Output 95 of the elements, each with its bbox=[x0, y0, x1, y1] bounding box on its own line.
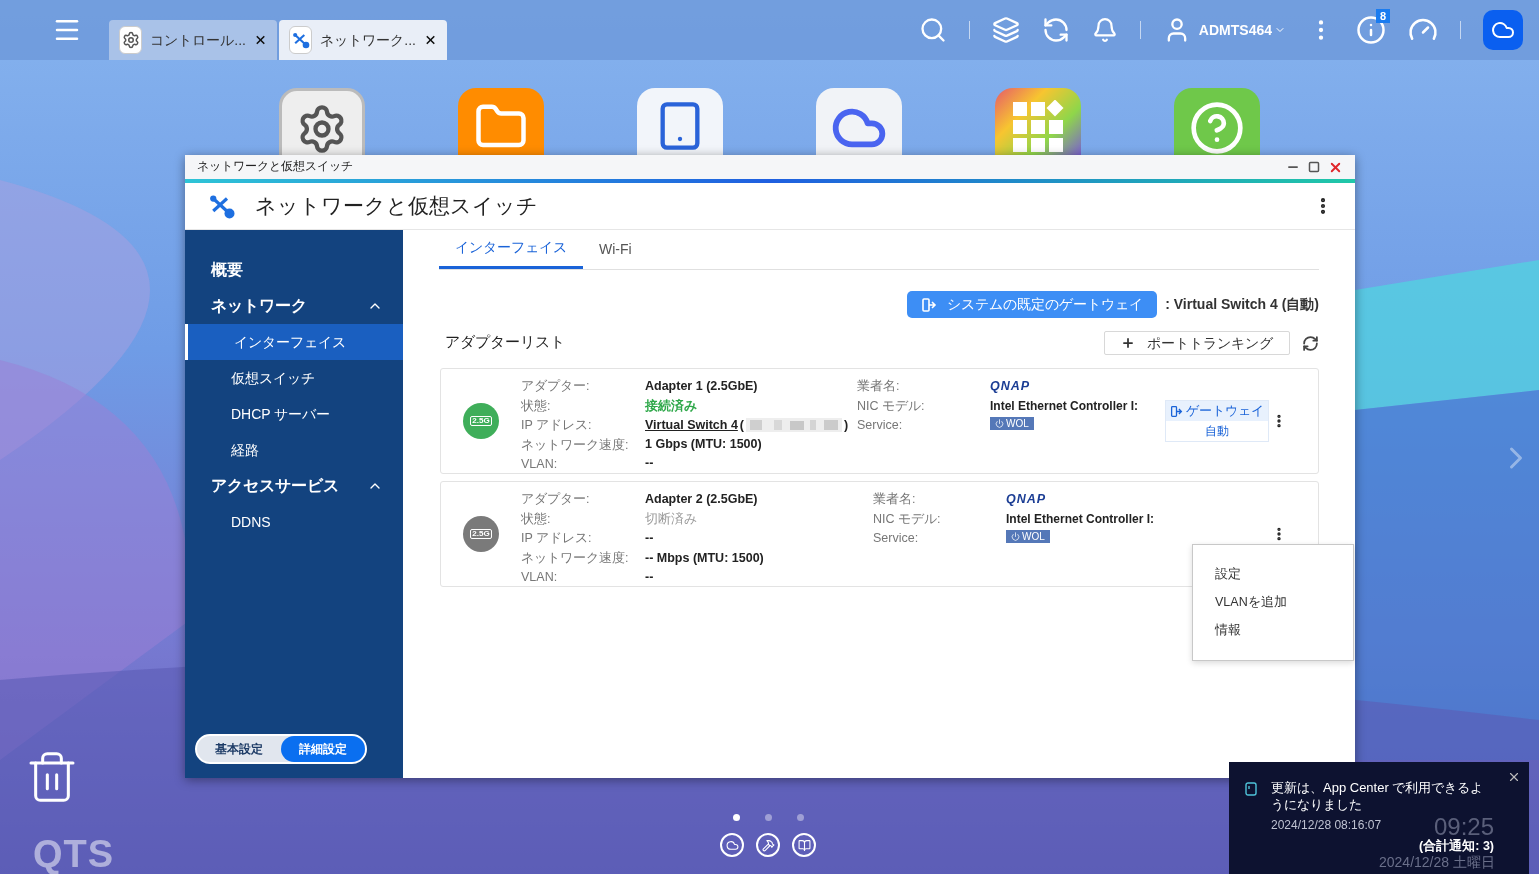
field-value: -- bbox=[645, 455, 655, 473]
sidebar-item[interactable]: 仮想スイッチ bbox=[185, 360, 403, 396]
brand-logo: QTS bbox=[33, 832, 115, 874]
notification-count: 8 bbox=[1376, 9, 1391, 23]
field-label: NIC モデル: bbox=[873, 510, 942, 528]
adapter-list-title: アダプターリスト bbox=[445, 333, 565, 353]
window-title: ネットワークと仮想スイッチ bbox=[197, 159, 353, 175]
field-label: ネットワーク速度: bbox=[521, 549, 630, 567]
field-label: IP アドレス: bbox=[521, 530, 593, 547]
search-icon[interactable] bbox=[918, 16, 947, 44]
field-label: 状態: bbox=[521, 510, 552, 528]
power-icon bbox=[995, 419, 1004, 428]
close-icon[interactable] bbox=[1507, 770, 1521, 784]
field-value: -- bbox=[645, 569, 655, 586]
power-icon bbox=[1011, 532, 1020, 541]
content-tab[interactable]: インターフェイス bbox=[439, 229, 583, 269]
menu-item[interactable]: 設定 bbox=[1215, 565, 1353, 584]
sidebar-section[interactable]: ネットワーク bbox=[211, 294, 307, 318]
gateway-label: ゲートウェイ bbox=[1186, 402, 1264, 420]
field-label: 業者名: bbox=[873, 491, 917, 508]
field-value: -- bbox=[645, 530, 655, 547]
notification-message: 更新は、App Center で利用できるようになりました bbox=[1271, 779, 1485, 813]
status-text: 切断済み bbox=[645, 510, 698, 528]
menu-item[interactable]: VLANを追加 bbox=[1215, 593, 1353, 612]
network-icon bbox=[290, 30, 311, 50]
vendor-logo: QNAP bbox=[1006, 491, 1047, 508]
file-station-app[interactable] bbox=[458, 88, 544, 158]
tab-label: ネットワーク... bbox=[320, 30, 416, 50]
hammer-shortcut-icon[interactable] bbox=[756, 833, 780, 857]
mode-option[interactable]: 詳細設定 bbox=[281, 736, 365, 762]
clock-time: 09:25 bbox=[1434, 815, 1495, 839]
content-tab[interactable]: Wi-Fi bbox=[583, 229, 648, 269]
sidebar-section[interactable]: アクセスサービス bbox=[211, 474, 339, 498]
menu-item[interactable]: 情報 bbox=[1215, 621, 1353, 640]
task-stack-icon[interactable] bbox=[991, 16, 1020, 44]
wol-tag: WOL bbox=[1006, 530, 1050, 543]
tab-label: コントロール... bbox=[150, 30, 246, 50]
field-label: アダプター: bbox=[521, 491, 591, 508]
paren-text: ) bbox=[844, 417, 849, 434]
gateway-mode: 自動 bbox=[1204, 423, 1230, 440]
gateway-icon bbox=[921, 296, 938, 313]
notification-time: 2024/12/28 08:16:07 bbox=[1271, 817, 1382, 834]
cloud-button[interactable] bbox=[1483, 10, 1523, 50]
book-shortcut-icon[interactable] bbox=[792, 833, 816, 857]
field-label: Service: bbox=[857, 417, 904, 434]
tablet-icon bbox=[1245, 782, 1257, 796]
gateway-value: : Virtual Switch 4 (自動) bbox=[1165, 295, 1319, 314]
virtual-switch-link[interactable]: Virtual Switch 4 bbox=[645, 416, 738, 435]
app-tab[interactable]: ネットワーク... bbox=[279, 20, 447, 60]
field-label: VLAN: bbox=[521, 569, 559, 586]
sidebar-item[interactable]: DDNS bbox=[185, 504, 403, 540]
help-app[interactable] bbox=[1174, 88, 1260, 158]
maximize-icon[interactable] bbox=[1308, 161, 1320, 173]
mode-option[interactable]: 基本設定 bbox=[197, 736, 281, 762]
sidebar-section[interactable]: 概要 bbox=[211, 258, 243, 282]
control-panel-app[interactable] bbox=[279, 88, 365, 158]
vendor-logo: QNAP bbox=[990, 378, 1031, 395]
storage-app[interactable] bbox=[637, 88, 723, 158]
plus-icon bbox=[1121, 336, 1135, 350]
app-header-title: ネットワークと仮想スイッチ bbox=[255, 193, 538, 220]
ethernet-badge-icon: 2.5G bbox=[463, 516, 499, 552]
app-center-app[interactable] bbox=[995, 88, 1081, 158]
sync-icon[interactable] bbox=[1041, 16, 1070, 44]
ethernet-badge-icon: 2.5G bbox=[463, 403, 499, 439]
app-tab[interactable]: コントロール... bbox=[109, 20, 277, 60]
field-label: VLAN: bbox=[521, 456, 559, 473]
gateway-icon bbox=[1170, 404, 1183, 418]
field-value: Intel Ethernet Controller I: bbox=[990, 397, 1138, 415]
field-value: Adapter 1 (2.5GbE) bbox=[645, 378, 759, 395]
refresh-icon[interactable] bbox=[1302, 334, 1319, 352]
sidebar-item[interactable]: インターフェイス bbox=[185, 324, 403, 360]
field-label: IP アドレス: bbox=[521, 417, 593, 434]
field-value: -- Mbps (MTU: 1500) bbox=[645, 549, 765, 567]
sidebar-item[interactable]: 経路 bbox=[185, 432, 403, 468]
field-value: Intel Ethernet Controller I: bbox=[1006, 510, 1154, 528]
field-label: アダプター: bbox=[521, 378, 591, 395]
gear-icon bbox=[121, 31, 140, 49]
field-label: NIC モデル: bbox=[857, 397, 926, 415]
notification-total: (合計通知: 3) bbox=[1419, 840, 1494, 853]
field-label: ネットワーク速度: bbox=[521, 436, 630, 454]
cloud-shortcut-icon[interactable] bbox=[720, 833, 744, 857]
clock-date: 2024/12/28 土曜日 bbox=[1379, 855, 1495, 869]
field-label: 状態: bbox=[521, 397, 552, 415]
port-trunking-button[interactable]: ポートトランキング bbox=[1104, 331, 1290, 355]
sidebar-item[interactable]: DHCP サーバー bbox=[185, 396, 403, 432]
paren-text: ( bbox=[739, 417, 745, 434]
field-value: Adapter 2 (2.5GbE) bbox=[645, 491, 759, 508]
cloud-app[interactable] bbox=[816, 88, 902, 158]
status-text: 接続済み bbox=[645, 397, 698, 415]
field-label: Service: bbox=[873, 530, 920, 547]
field-value: 1 Gbps (MTU: 1500) bbox=[645, 435, 763, 453]
field-label: 業者名: bbox=[857, 378, 901, 395]
bell-icon[interactable] bbox=[1091, 17, 1118, 43]
grid-icon bbox=[1011, 100, 1065, 154]
wol-tag: WOL bbox=[990, 417, 1034, 430]
